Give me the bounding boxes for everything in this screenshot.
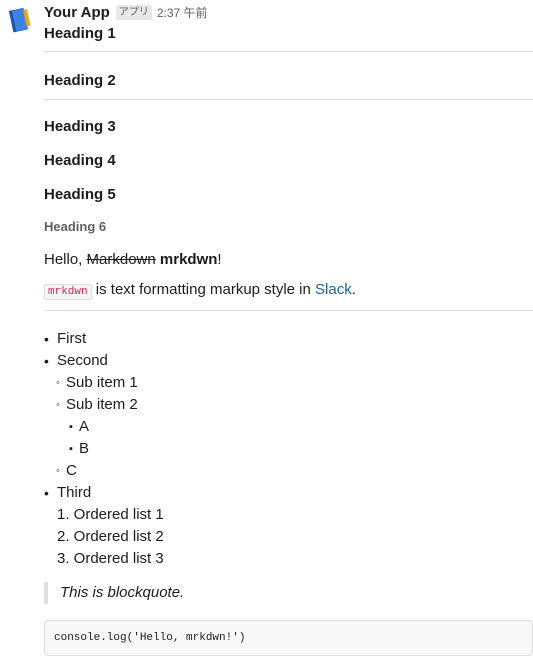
- list-item-text: Second: [57, 352, 108, 369]
- blockquote: This is blockquote.: [44, 582, 533, 604]
- inline-code: mrkdwn: [44, 284, 92, 300]
- bulleted-list: • First • Second ◦ Sub item 1 ◦ Sub item…: [44, 328, 533, 570]
- text: !: [217, 251, 222, 268]
- list-item: • Third: [44, 482, 533, 504]
- app-avatar[interactable]: [4, 5, 34, 35]
- app-badge: アプリ: [115, 4, 152, 20]
- heading-6: Heading 6: [44, 219, 107, 234]
- bullet-icon: •: [44, 485, 49, 501]
- list-item: ▪ B: [44, 438, 533, 460]
- text: is text formatting markup style in: [91, 281, 316, 298]
- ordered-list-item: 1. Ordered list 1: [57, 506, 164, 523]
- circle-bullet-icon: ◦: [56, 465, 60, 477]
- paragraph-mrkdwn: mrkdwn is text formatting markup style i…: [44, 280, 533, 302]
- heading-2: Heading 2: [44, 72, 116, 89]
- paragraph-hello: Hello, Markdown mrkdwn!: [44, 250, 533, 270]
- list-item: ▪ A: [44, 416, 533, 438]
- square-bullet-icon: ▪: [69, 443, 73, 455]
- list-item: ◦ Sub item 1: [44, 372, 533, 394]
- heading-5: Heading 5: [44, 186, 116, 203]
- text: Hello,: [44, 251, 87, 268]
- heading-3: Heading 3: [44, 118, 116, 135]
- message-content: Your App アプリ 2:37 午前 Heading 1 Heading 2…: [44, 0, 533, 656]
- list-item: • Second: [44, 350, 533, 372]
- heading-1: Heading 1: [44, 25, 116, 42]
- divider: [44, 99, 533, 100]
- list-item-text: First: [57, 330, 87, 347]
- list-item-text: B: [79, 440, 90, 457]
- ordered-list-item: 3. Ordered list 3: [57, 550, 164, 567]
- circle-bullet-icon: ◦: [56, 377, 60, 389]
- divider: [44, 310, 533, 311]
- list-item-text: C: [66, 462, 77, 479]
- list-item: ◦ Sub item 2: [44, 394, 533, 416]
- bullet-icon: •: [44, 353, 49, 369]
- message-header: Your App アプリ 2:37 午前: [44, 0, 533, 24]
- heading-4: Heading 4: [44, 152, 116, 169]
- square-bullet-icon: ▪: [69, 421, 73, 433]
- strikethrough-text: Markdown: [86, 251, 156, 268]
- list-item-text: Third: [57, 484, 92, 501]
- bullet-icon: •: [44, 331, 49, 347]
- list-item: • First: [44, 328, 533, 350]
- list-item-text: A: [79, 418, 90, 435]
- list-item-text: Sub item 2: [66, 396, 138, 413]
- bold-text: mrkdwn: [159, 251, 218, 268]
- list-item-text: Sub item 1: [66, 374, 138, 391]
- circle-bullet-icon: ◦: [56, 399, 60, 411]
- divider: [44, 51, 533, 52]
- slack-link[interactable]: Slack: [315, 281, 352, 298]
- message-timestamp[interactable]: 2:37 午前: [157, 4, 208, 21]
- sender-name[interactable]: Your App: [44, 4, 110, 21]
- code-block: console.log('Hello, mrkdwn!'): [44, 620, 533, 656]
- text: .: [351, 281, 356, 298]
- list-item: ◦ C: [44, 460, 533, 482]
- ordered-list-item: 2. Ordered list 2: [57, 528, 164, 545]
